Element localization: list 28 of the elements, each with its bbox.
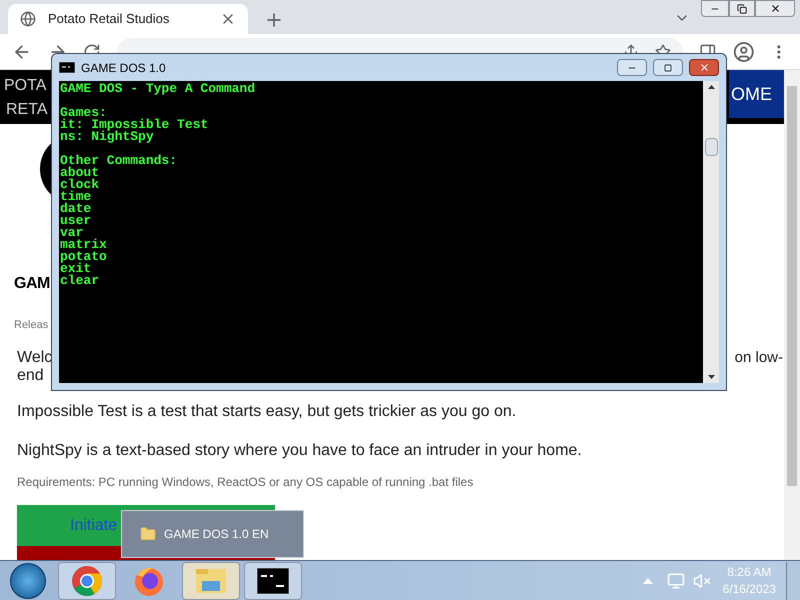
requirements-text: Requirements: PC running Windows, ReactOS or any OS capable of running .bat files	[17, 474, 474, 491]
console-line: ns: NightSpy	[60, 131, 154, 143]
console-line: GAME DOS - Type A Command	[60, 83, 256, 95]
paragraph: Impossible Test is a test that starts easy, but gets trickier as you go on.	[17, 402, 516, 422]
console-line: about	[60, 167, 100, 179]
window-title: GAME DOS 1.0	[81, 60, 167, 76]
intro-text: on low-	[734, 349, 783, 367]
console-line: exit	[60, 263, 92, 275]
console-line: matrix	[60, 239, 108, 251]
tab-title: Potato Retail Studios	[48, 10, 170, 28]
logo-text: POTA	[4, 76, 46, 96]
logo-text: RETA	[5, 100, 48, 120]
console-line: clock	[60, 179, 100, 191]
console-line: Games:	[60, 107, 107, 119]
intro-text: end	[17, 367, 44, 385]
console-line: it: Impossible Test	[60, 119, 210, 131]
paragraph: NightSpy is a text-based story where you have to face an intruder in your home.	[17, 441, 582, 461]
release-text: Releas	[14, 318, 48, 332]
console-line: clear	[60, 275, 100, 287]
console-line: Other Commands:	[60, 155, 178, 167]
console-line: time	[60, 191, 92, 203]
console-line: potato	[60, 251, 108, 263]
game-heading: GAM	[14, 274, 50, 294]
console-line: date	[60, 203, 92, 215]
console-line: user	[60, 215, 92, 227]
popup-label: GAME DOS 1.0 EN	[164, 526, 269, 543]
console-line: var	[60, 227, 84, 239]
intro-text: Welc	[17, 349, 52, 367]
